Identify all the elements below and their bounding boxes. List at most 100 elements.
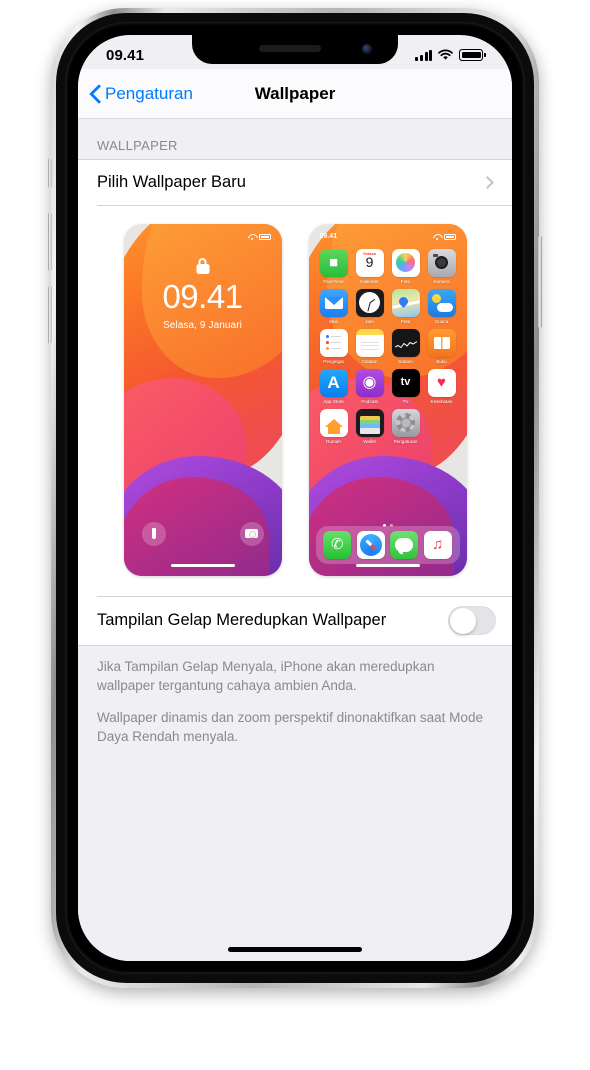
lock-icon: [196, 257, 209, 274]
home-screen-app-grid: ■ FaceTime Selasa 9 Kalender Foto Kamera…: [309, 248, 467, 444]
health-icon: ♥: [427, 368, 456, 397]
flashlight-icon[interactable]: [141, 521, 166, 546]
power-button[interactable]: [538, 236, 542, 328]
back-button[interactable]: Pengaturan: [78, 84, 193, 104]
app-icon-reminders[interactable]: Pengingat: [318, 328, 350, 364]
chevron-left-icon: [90, 84, 101, 103]
front-camera-icon: [362, 44, 372, 54]
app-icon-appstore[interactable]: A App Store: [318, 368, 350, 404]
books-icon: [427, 328, 456, 357]
app-icon-facetime[interactable]: ■ FaceTime: [318, 248, 350, 284]
app-icon-tv[interactable]: tv TV: [390, 368, 422, 404]
home-screen-dock: ✆ ♫: [315, 525, 460, 564]
facetime-icon: ■: [319, 248, 348, 277]
app-label: Catatan: [361, 358, 378, 364]
app-label: Jam: [365, 318, 374, 324]
lock-screen-actions: [124, 521, 282, 546]
app-icon-calendar[interactable]: Selasa 9 Kalender: [354, 248, 386, 284]
battery-icon: [443, 233, 456, 240]
app-icon-notes[interactable]: Catatan: [354, 328, 386, 364]
iphone-device: 09.41 Pengaturan Wallpaper WALLPAPER Pil…: [48, 8, 542, 988]
volume-down-button[interactable]: [48, 286, 52, 344]
battery-icon: [459, 49, 484, 61]
settings-content: WALLPAPER Pilih Wallpaper Baru 09.41 Sel…: [78, 119, 512, 961]
app-label: Buku: [436, 358, 447, 364]
app-label: Wallet: [363, 438, 376, 444]
mail-icon: [319, 288, 348, 317]
photos-icon: [391, 248, 420, 277]
app-label: App Store: [323, 398, 344, 404]
settings-icon: [391, 408, 420, 437]
weather-icon: [427, 288, 456, 317]
navigation-bar: Pengaturan Wallpaper: [78, 69, 512, 119]
lock-screen-date: Selasa, 9 Januari: [163, 319, 242, 331]
app-label: Podcast: [361, 398, 378, 404]
appstore-icon: A: [319, 368, 348, 397]
app-icon-camera[interactable]: Kamera: [426, 248, 458, 284]
earpiece-speaker-icon: [259, 45, 322, 52]
podcasts-icon: ◉: [355, 368, 384, 397]
reminders-icon: [319, 328, 348, 357]
notch: [192, 35, 398, 64]
app-icon-health[interactable]: ♥ Kesehatan: [426, 368, 458, 404]
app-icon-clock[interactable]: Jam: [354, 288, 386, 324]
dark-appearance-toggle[interactable]: [448, 606, 496, 635]
battery-tip-icon: [484, 53, 486, 57]
lock-screen-preview[interactable]: . 09.41: [123, 223, 282, 576]
volume-up-button[interactable]: [48, 213, 52, 271]
app-label: Saham: [398, 358, 413, 364]
app-icon-books[interactable]: Buku: [426, 328, 458, 364]
home-indicator[interactable]: [228, 947, 362, 952]
home-screen-preview[interactable]: 09.41 ■ FaceTime Selasa 9 Kalender Foto …: [308, 223, 467, 576]
battery-icon: [258, 233, 271, 240]
section-header-wallpaper: WALLPAPER: [97, 138, 178, 153]
app-icon-stocks[interactable]: Saham: [390, 328, 422, 364]
app-icon-wallet[interactable]: Wallet: [354, 408, 386, 444]
chevron-right-icon: [481, 176, 494, 189]
device-bezel: 09.41 Pengaturan Wallpaper WALLPAPER Pil…: [65, 22, 525, 974]
status-bar-time: 09.41: [106, 46, 145, 64]
maps-icon: [391, 288, 420, 317]
footer-paragraph-1: Jika Tampilan Gelap Menyala, iPhone akan…: [97, 659, 435, 693]
app-label: Kamera: [433, 278, 450, 284]
section-footer: Jika Tampilan Gelap Menyala, iPhone akan…: [78, 646, 512, 747]
calendar-icon: Selasa 9: [355, 248, 384, 277]
app-label: Kalender: [360, 278, 379, 284]
music-icon[interactable]: ♫: [423, 530, 452, 559]
page-title: Wallpaper: [254, 83, 336, 103]
app-icon-podcasts[interactable]: ◉ Podcast: [354, 368, 386, 404]
app-icon-home[interactable]: Rumah: [318, 408, 350, 444]
home-icon: [319, 408, 348, 437]
device-inner-frame: 09.41 Pengaturan Wallpaper WALLPAPER Pil…: [56, 13, 534, 983]
home-preview-status-bar: 09.41: [309, 231, 467, 243]
app-icon-mail[interactable]: Mail: [318, 288, 350, 324]
app-label: FaceTime: [323, 278, 344, 284]
lock-preview-status-bar: .: [124, 231, 282, 243]
app-icon-settings[interactable]: Pengaturan: [390, 408, 422, 444]
row-choose-new-wallpaper[interactable]: Pilih Wallpaper Baru: [78, 160, 512, 205]
phone-icon[interactable]: ✆: [323, 530, 352, 559]
safari-icon[interactable]: [356, 530, 385, 559]
wifi-icon: [438, 49, 454, 60]
tv-icon: tv: [391, 368, 420, 397]
home-preview-time: 09.41: [319, 233, 338, 240]
app-icon-maps[interactable]: Peta: [390, 288, 422, 324]
camera-icon: [427, 248, 456, 277]
row-dark-appearance-dims-wallpaper[interactable]: Tampilan Gelap Meredupkan Wallpaper: [78, 596, 512, 645]
mute-switch[interactable]: [48, 158, 52, 188]
app-icon-weather[interactable]: Cuaca: [426, 288, 458, 324]
app-label: Cuaca: [434, 318, 449, 324]
app-label: Rumah: [326, 438, 341, 444]
app-icon-photos[interactable]: Foto: [390, 248, 422, 284]
back-button-label: Pengaturan: [105, 83, 193, 103]
row-label-choose-new-wallpaper: Pilih Wallpaper Baru: [97, 172, 246, 191]
camera-icon[interactable]: [239, 521, 264, 546]
notes-icon: [355, 328, 384, 357]
app-label: TV: [402, 398, 409, 404]
footer-paragraph-2: Wallpaper dinamis dan zoom perspektif di…: [97, 710, 483, 744]
messages-icon[interactable]: [390, 530, 419, 559]
row-label-dark-appearance-dims-wallpaper: Tampilan Gelap Meredupkan Wallpaper: [97, 610, 387, 629]
app-label: Foto: [400, 278, 411, 284]
wallpaper-group: Pilih Wallpaper Baru 09.41 Selasa, 9 Jan…: [78, 159, 512, 646]
toggle-knob: [450, 608, 477, 635]
